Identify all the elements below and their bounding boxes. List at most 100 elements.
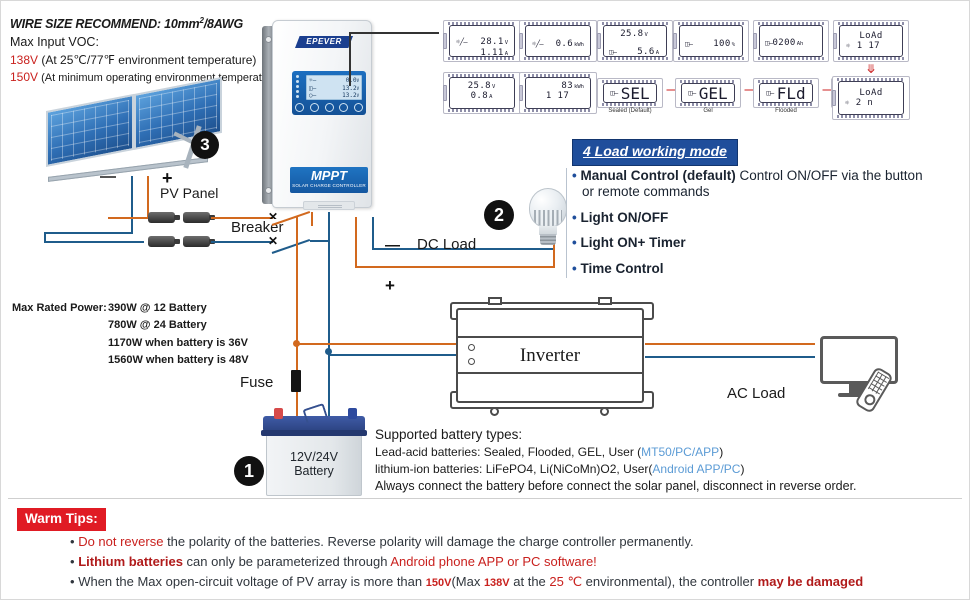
lcd-line: 0.8 A bbox=[455, 91, 508, 101]
step-badge-2: 2 bbox=[484, 200, 514, 230]
load-mode-item-rest: Control ON/OFF via the button bbox=[735, 168, 923, 183]
controller-button-pv[interactable] bbox=[295, 103, 304, 112]
lcd-line: LoAd bbox=[845, 88, 897, 98]
controller-button-set[interactable] bbox=[339, 103, 349, 112]
battery-icon: ◫– bbox=[610, 89, 618, 97]
voc-138-value: 138V bbox=[10, 52, 39, 67]
pv-icon: ☼╱– bbox=[456, 38, 468, 46]
wire-breaker-join bbox=[310, 240, 329, 242]
lcd-line: ☼╱– 28.1V bbox=[456, 29, 508, 48]
lcd-value: 2 n bbox=[855, 98, 874, 108]
load-mode-item-bold: Manual Control (default) bbox=[580, 168, 736, 183]
step-badge-3: 3 bbox=[191, 131, 219, 159]
rated-value-2: 1170W when battery is 36V bbox=[108, 336, 249, 349]
lcd-value: 25.8 bbox=[620, 29, 644, 39]
wire-bus-negative-to-inverter bbox=[328, 354, 476, 356]
controller-button-batt[interactable] bbox=[309, 103, 319, 112]
rated-row: 1560W when battery is 48V bbox=[12, 352, 249, 369]
lcd-module-battery-capacity: ◫– 0200 Ah bbox=[753, 20, 829, 62]
inverter-foot bbox=[490, 407, 499, 416]
controller-display-panel: ☼– 0.0V ◫– 13.2V ○– 13.2V bbox=[292, 71, 366, 115]
mc4-connector-neg-a bbox=[148, 236, 180, 247]
lcd-value: 0.6 bbox=[555, 39, 574, 49]
controller-button-load[interactable] bbox=[324, 103, 334, 112]
battery-types-lead-acid: Lead-acid batteries: Sealed, Flooded, GE… bbox=[375, 444, 895, 461]
lcd-value: 25.8 bbox=[467, 81, 491, 91]
wire-size-tail: /8AWG bbox=[203, 17, 244, 32]
tips-separator bbox=[8, 498, 962, 499]
load-mode-item: • Time Control bbox=[572, 260, 664, 276]
load-mode-heading-box: 4 Load working mode bbox=[572, 139, 738, 166]
battery-icon: ◫– bbox=[609, 48, 617, 56]
tip3-voltage-150: 150V bbox=[425, 576, 452, 589]
breaker-x-neg: ✕ bbox=[268, 234, 279, 248]
lcd-module-load-mode-1: LoAd ☼ 1 17 bbox=[833, 20, 909, 62]
wire-bus-positive-to-inverter bbox=[296, 343, 476, 345]
tip1-highlight: Do not reverse bbox=[78, 534, 164, 549]
battery-graphic: 12V/24V Battery bbox=[261, 402, 367, 498]
lcd-value: 0.8 bbox=[470, 91, 489, 101]
inverter-mount-tab bbox=[598, 297, 612, 305]
wire-battery-negative-lower bbox=[328, 351, 330, 416]
battery-connect-note: Always connect the battery before connec… bbox=[375, 479, 857, 494]
voc-150-line: 150V (At minimum operating environment t… bbox=[10, 69, 290, 86]
lcd-line: ◫– 100% bbox=[685, 31, 735, 50]
mppt-charge-controller: EPEVER ☼–0.0V ◫–13.2V ○–13.2V MPPT bbox=[262, 20, 372, 215]
wire-neg-run bbox=[44, 241, 144, 243]
lcd-module-load-energy: 83kWh 1 17 ☼–-2n bbox=[519, 72, 597, 114]
controller-pv-value: 0.0 bbox=[345, 77, 357, 84]
lcd-unit: A bbox=[655, 50, 659, 56]
remote-keypad bbox=[867, 371, 890, 396]
light-icon: ☼ bbox=[846, 42, 850, 50]
lcd-line: LoAd bbox=[846, 31, 896, 41]
battery-label: 12V/24V Battery bbox=[266, 450, 362, 479]
lcd-line: ☼–0.3kW bbox=[455, 101, 508, 108]
lcd-module-load-mode-2: LoAd ☼ 2 n bbox=[832, 76, 910, 120]
lcd-module-battery-status: 25.8V ◫–5.6A 25.1℃ bbox=[597, 20, 673, 62]
lcd-module-caption: Flooded bbox=[775, 108, 797, 114]
load-mode-item: • Light ON+ Timer bbox=[572, 235, 686, 251]
inverter-mount-tab bbox=[488, 297, 502, 305]
rated-value-0: 390W @ 12 Battery bbox=[108, 302, 207, 314]
wire-pv-neg-to-left bbox=[44, 232, 132, 234]
pv-icon: ☼╱– bbox=[532, 40, 544, 48]
tip2-highlight2: Android phone APP or PC software! bbox=[390, 553, 597, 569]
controller-lcd-line: ○– 13.2V bbox=[309, 92, 359, 100]
rated-label: Max Rated Power: bbox=[12, 302, 107, 314]
lcd-line: ☼╱– 0.6kWh bbox=[532, 31, 584, 50]
lcd-line: 1 17 bbox=[531, 91, 584, 101]
tip2-highlight: Lithium batteries bbox=[78, 553, 183, 569]
step-badge-1: 1 bbox=[234, 456, 264, 486]
load-mode-item-bold: Light ON+ Timer bbox=[580, 235, 686, 251]
wire-battery-positive-down bbox=[296, 217, 298, 370]
controller-button-onoff[interactable] bbox=[354, 103, 363, 112]
load-mode-item: • Manual Control (default) Control ON/OF… bbox=[572, 168, 964, 201]
battery-icon: ◫– bbox=[765, 39, 773, 47]
controller-lcd-screen: ☼– 0.0V ◫– 13.2V ○– 13.2V bbox=[306, 75, 362, 100]
tip3-warning: may be damaged bbox=[757, 573, 864, 589]
inverter-foot bbox=[600, 407, 609, 416]
max-voc-label: Max Input VOC: bbox=[10, 34, 99, 49]
lcd-module-type-flooded: ◫– FLd Flooded bbox=[753, 78, 819, 114]
epever-logo: EPEVER bbox=[295, 36, 353, 48]
lcd-line: 83 kWh bbox=[531, 81, 584, 91]
warm-tip-item: • Lithium batteries can only be paramete… bbox=[70, 553, 597, 569]
lcd-value: GEL bbox=[698, 83, 728, 103]
controller-button-row[interactable] bbox=[295, 103, 363, 112]
lcd-module-pv-energy: ☼╱– 0.6kWh bbox=[519, 20, 597, 62]
wire-battery-negative-down bbox=[328, 242, 330, 351]
battery-icon: ◫– bbox=[766, 89, 774, 97]
bulb-screw-base bbox=[540, 234, 556, 245]
lcd-value: FLd bbox=[776, 83, 806, 103]
mc4-connector-pos-b bbox=[183, 212, 215, 223]
battery-types-lithium: lithium-ion batteries: LiFePO4, Li(NiCoM… bbox=[375, 461, 895, 478]
load-mode-item-bold: Time Control bbox=[580, 260, 664, 276]
battery-lip bbox=[261, 430, 367, 436]
battery-negative-terminal bbox=[348, 408, 357, 419]
lcd-line: ☼–-2n bbox=[531, 101, 584, 108]
controller-pv-unit: V bbox=[356, 78, 359, 83]
tip2-mid: can only be parameterized through bbox=[182, 553, 391, 569]
lcd-module-pv-status: ☼╱–28.1V 1.11A 113W bbox=[443, 20, 521, 62]
rated-row: 780W @ 24 Battery bbox=[12, 317, 249, 334]
lcd-line: ☼ 1 17 bbox=[846, 41, 896, 51]
